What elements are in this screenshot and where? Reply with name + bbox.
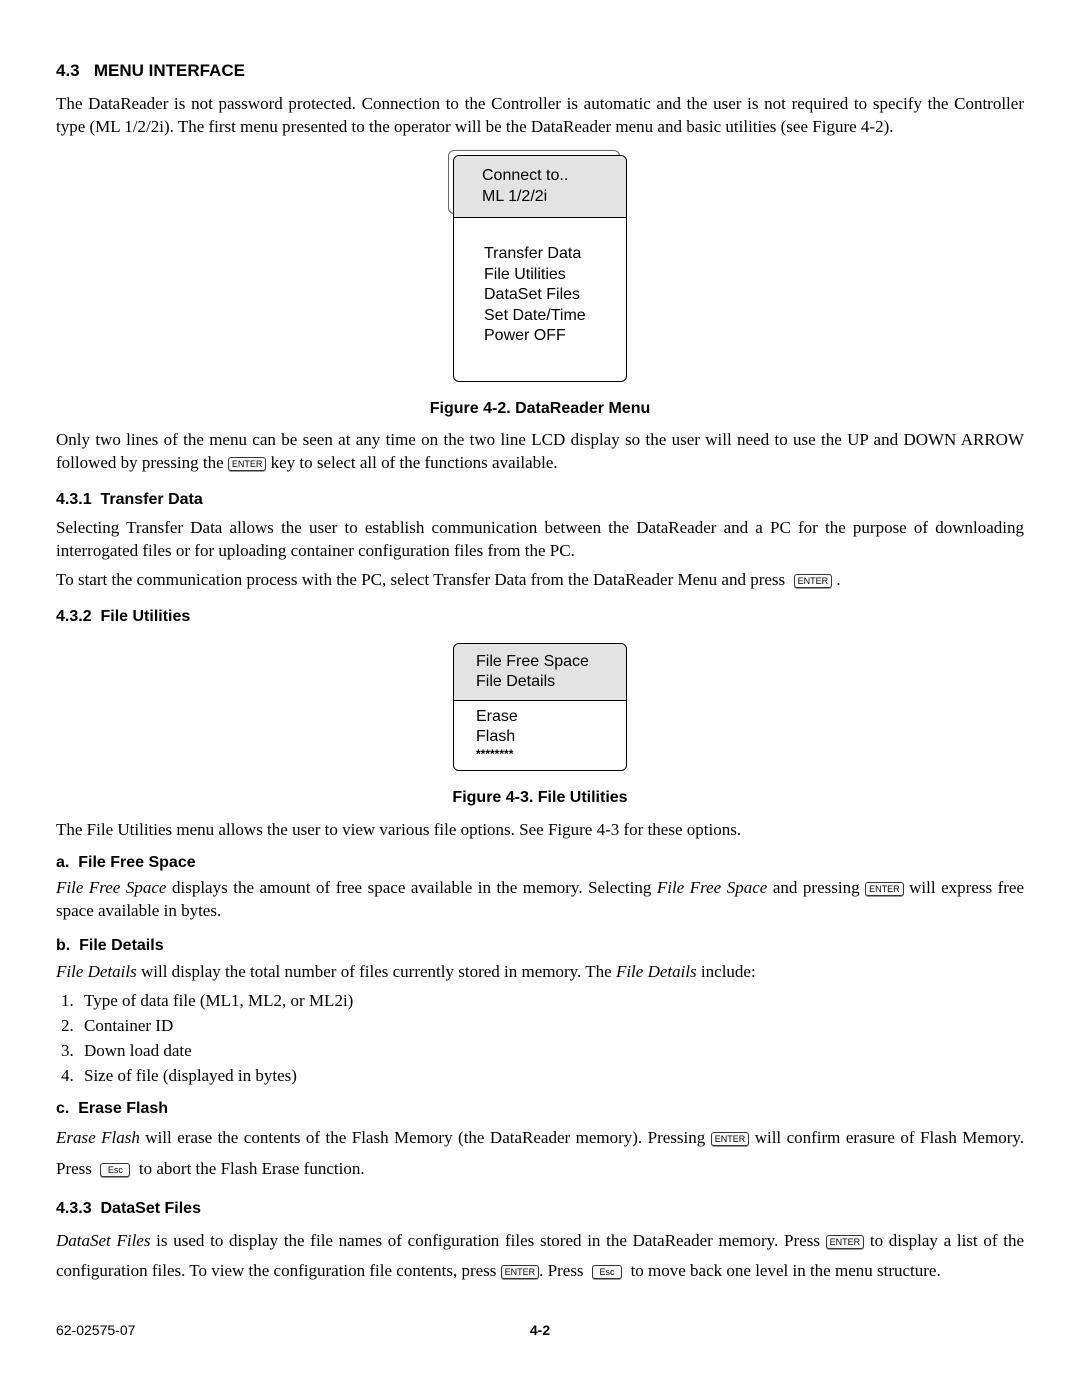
- footer-right: [1020, 1321, 1024, 1340]
- text-italic: File Details: [56, 962, 137, 981]
- menu2-header-line2: File Details: [476, 672, 612, 692]
- figure-4-3: File Free Space File Details Erase Flash…: [56, 643, 1024, 771]
- subsection-num: 4.3.2: [56, 608, 92, 625]
- text: is used to display the file names of con…: [150, 1231, 825, 1250]
- para-menu-scroll: Only two lines of the menu can be seen a…: [56, 429, 1024, 475]
- sub-b-para: File Details will display the total numb…: [56, 961, 1024, 984]
- para-after-fig43: The File Utilities menu allows the user …: [56, 819, 1024, 842]
- enter-key-icon: ENTER: [228, 457, 267, 471]
- text-italic: File Free Space: [56, 878, 166, 897]
- enter-key-icon: ENTER: [865, 882, 904, 896]
- file-details-list: Type of data file (ML1, ML2, or ML2i) Co…: [56, 990, 1024, 1088]
- esc-key-icon: Esc: [592, 1265, 622, 1279]
- sub-label: a.: [56, 854, 69, 871]
- section-heading-4-3: 4.3 MENU INTERFACE: [56, 60, 1024, 83]
- figure-4-3-caption: Figure 4-3. File Utilities: [56, 787, 1024, 809]
- text-italic: File Details: [616, 962, 697, 981]
- sub-c-para: Erase Flash will erase the contents of t…: [56, 1123, 1024, 1184]
- list-item: Down load date: [78, 1040, 1024, 1063]
- menu2-line: ********: [476, 747, 612, 762]
- footer-docnum: 62-02575-07: [56, 1321, 135, 1340]
- enter-key-icon: ENTER: [794, 574, 833, 588]
- section-num: 4.3: [56, 61, 80, 80]
- figure-4-2-caption: Figure 4-2. DataReader Menu: [56, 398, 1024, 420]
- menu2-header: File Free Space File Details: [454, 644, 626, 701]
- sub-label: c.: [56, 1100, 69, 1117]
- text: include:: [697, 962, 756, 981]
- sub-a-para: File Free Space displays the amount of f…: [56, 877, 1024, 923]
- menu-item: Set Date/Time: [484, 306, 608, 326]
- menu2-body: Erase Flash ********: [454, 701, 626, 770]
- sub-title: Erase Flash: [78, 1100, 168, 1117]
- section-title: MENU INTERFACE: [94, 61, 245, 80]
- text: will display the total number of files c…: [137, 962, 616, 981]
- menu2-line: Erase: [476, 707, 612, 727]
- text-italic: File Free Space: [657, 878, 767, 897]
- text: will erase the contents of the Flash Mem…: [140, 1128, 711, 1147]
- section-4-3-intro: The DataReader is not password protected…: [56, 93, 1024, 139]
- sec431-p1: Selecting Transfer Data allows the user …: [56, 517, 1024, 563]
- subsection-title: File Utilities: [100, 608, 190, 625]
- text: and pressing: [767, 878, 865, 897]
- menu-header-line2: ML 1/2/2i: [482, 187, 606, 208]
- subsection-num: 4.3.3: [56, 1200, 92, 1217]
- sec433-para: DataSet Files is used to display the fil…: [56, 1226, 1024, 1287]
- text: To start the communication process with …: [56, 570, 789, 589]
- menu-item: Power OFF: [484, 326, 608, 346]
- subsection-title: Transfer Data: [100, 491, 202, 508]
- text: key to select all of the functions avail…: [266, 453, 557, 472]
- subsection-num: 4.3.1: [56, 491, 92, 508]
- text: to abort the Flash Erase function.: [135, 1159, 365, 1178]
- subsection-4-3-1: 4.3.1 Transfer Data: [56, 489, 1024, 511]
- menu-header: Connect to.. ML 1/2/2i: [454, 156, 626, 219]
- list-item: Container ID: [78, 1015, 1024, 1038]
- text: .: [832, 570, 841, 589]
- subheading-b: b. File Details: [56, 935, 1024, 957]
- sub-title: File Details: [79, 937, 163, 954]
- text: displays the amount of free space availa…: [166, 878, 656, 897]
- file-utilities-menu-box: File Free Space File Details Erase Flash…: [453, 643, 627, 771]
- menu2-header-line1: File Free Space: [476, 652, 612, 672]
- figure-4-2: Connect to.. ML 1/2/2i Transfer Data Fil…: [56, 155, 1024, 382]
- text-italic: Erase Flash: [56, 1128, 140, 1147]
- menu-body: Transfer Data File Utilities DataSet Fil…: [454, 218, 626, 380]
- menu2-line: Flash: [476, 727, 612, 747]
- list-item: Type of data file (ML1, ML2, or ML2i): [78, 990, 1024, 1013]
- list-item: Size of file (displayed in bytes): [78, 1065, 1024, 1088]
- menu-item: Transfer Data: [484, 244, 608, 264]
- sub-title: File Free Space: [78, 854, 195, 871]
- enter-key-icon: ENTER: [501, 1265, 540, 1279]
- text: . Press: [539, 1261, 588, 1280]
- page-footer: 62-02575-07 4-2: [56, 1321, 1024, 1340]
- datareader-menu-box: Connect to.. ML 1/2/2i Transfer Data Fil…: [453, 155, 627, 382]
- enter-key-icon: ENTER: [711, 1132, 750, 1146]
- subsection-title: DataSet Files: [100, 1200, 200, 1217]
- menu-item: DataSet Files: [484, 285, 608, 305]
- text-italic: DataSet Files: [56, 1231, 150, 1250]
- text: to move back one level in the menu struc…: [626, 1261, 940, 1280]
- subheading-a: a. File Free Space: [56, 852, 1024, 874]
- footer-pagenum: 4-2: [530, 1321, 550, 1340]
- sec431-p2: To start the communication process with …: [56, 569, 1024, 592]
- enter-key-icon: ENTER: [826, 1235, 865, 1249]
- subsection-4-3-2: 4.3.2 File Utilities: [56, 606, 1024, 628]
- menu-item: File Utilities: [484, 265, 608, 285]
- esc-key-icon: Esc: [100, 1163, 130, 1177]
- subheading-c: c. Erase Flash: [56, 1098, 1024, 1120]
- sub-label: b.: [56, 937, 70, 954]
- menu-header-line1: Connect to..: [482, 166, 606, 187]
- subsection-4-3-3: 4.3.3 DataSet Files: [56, 1198, 1024, 1220]
